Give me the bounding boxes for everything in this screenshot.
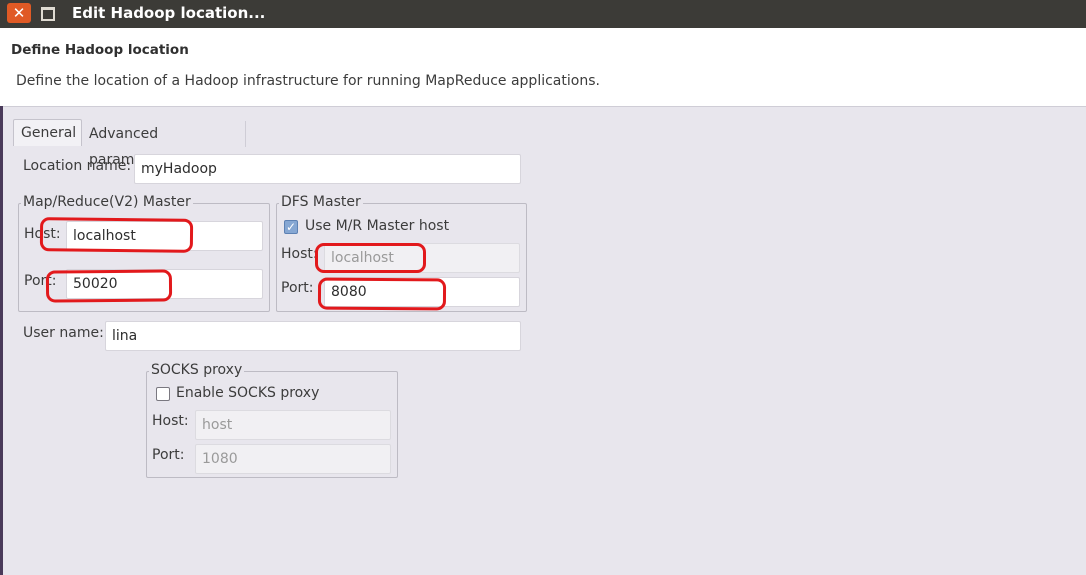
mr-host-label: Host: [24, 226, 61, 242]
maximize-icon[interactable] [41, 7, 55, 21]
header-title: Define Hadoop location [11, 42, 189, 58]
window-edge [0, 106, 3, 575]
socks-proxy-title: SOCKS proxy [149, 362, 245, 378]
close-icon[interactable]: ✕ [7, 3, 31, 23]
mr-port-input[interactable]: 50020 [66, 269, 263, 299]
tab-advanced-parameters[interactable]: Advanced parameters [82, 121, 246, 168]
mr-port-label: Port: [24, 273, 57, 289]
user-name-label: User name: [23, 325, 104, 341]
dfs-port-label: Port: [281, 280, 314, 296]
socks-host-label: Host: [152, 413, 189, 429]
socks-port-input[interactable]: 1080 [195, 444, 391, 474]
use-mr-host-label: Use M/R Master host [305, 218, 450, 234]
mr-host-input[interactable]: localhost [66, 221, 263, 251]
title-bar: ✕ Edit Hadoop location... [0, 0, 1086, 28]
dfs-host-label: Host: [281, 246, 318, 262]
user-name-input[interactable]: lina [105, 321, 521, 351]
window-title: Edit Hadoop location... [72, 4, 266, 22]
enable-socks-label: Enable SOCKS proxy [176, 385, 320, 401]
tab-general[interactable]: General [13, 119, 82, 146]
socks-host-input[interactable]: host [195, 410, 391, 440]
mr-master-title: Map/Reduce(V2) Master [21, 194, 193, 210]
use-mr-host-checkbox[interactable]: ✓ [284, 220, 298, 234]
location-name-label: Location name: [23, 158, 132, 174]
dfs-host-input[interactable]: localhost [324, 243, 520, 273]
dfs-port-input[interactable]: 8080 [324, 277, 520, 307]
header-description: Define the location of a Hadoop infrastr… [16, 73, 600, 89]
dialog-header: Define Hadoop location Define the locati… [0, 28, 1086, 107]
location-name-input[interactable]: myHadoop [134, 154, 521, 184]
dfs-master-title: DFS Master [279, 194, 363, 210]
socks-port-label: Port: [152, 447, 185, 463]
enable-socks-checkbox[interactable] [156, 387, 170, 401]
